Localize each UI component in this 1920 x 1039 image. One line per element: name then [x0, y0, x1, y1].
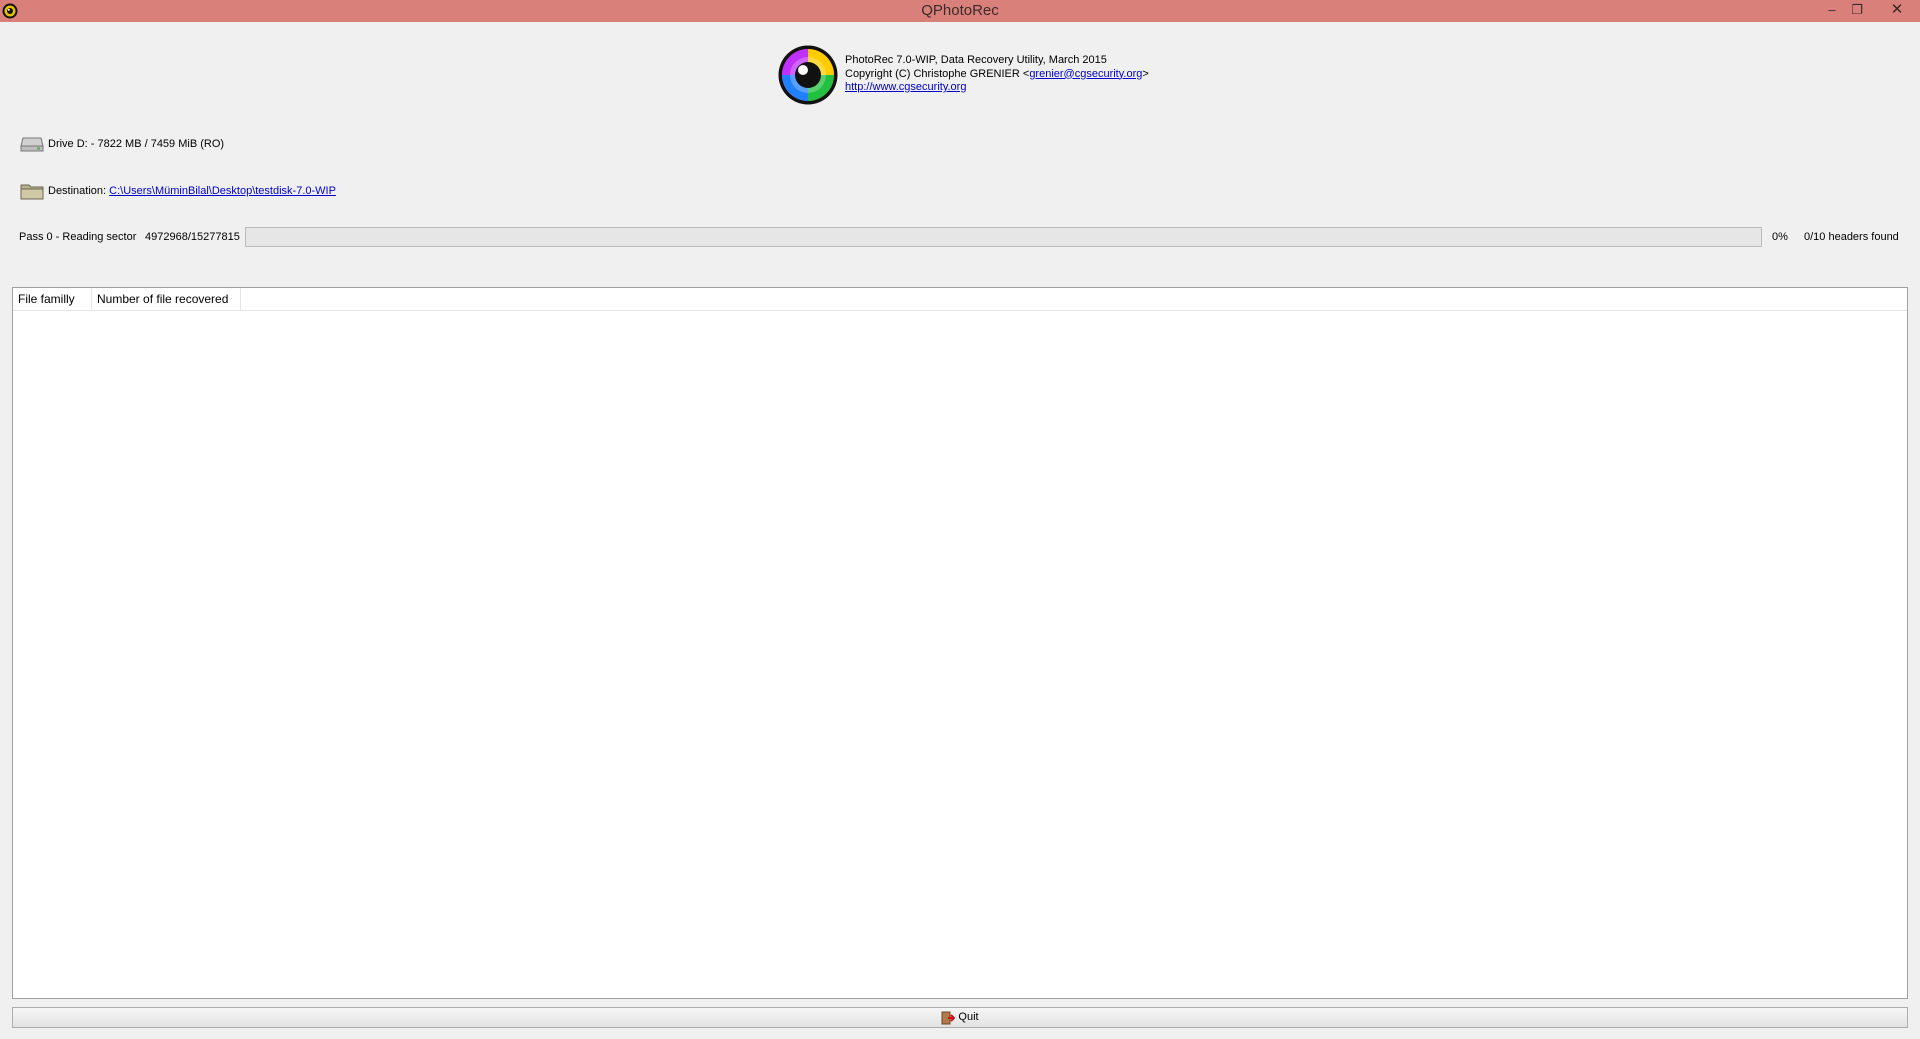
folder-icon — [20, 184, 44, 200]
destination-info: Destination: C:\Users\MüminBilal\Desktop… — [20, 182, 336, 200]
table-header: File familly Number of file recovered — [13, 288, 1907, 311]
recovered-files-table[interactable]: File familly Number of file recovered — [12, 287, 1908, 999]
column-header-file-count[interactable]: Number of file recovered — [92, 288, 241, 310]
minimize-button[interactable]: – — [1818, 0, 1846, 20]
window-title: QPhotoRec — [921, 2, 999, 19]
copyright-suffix: > — [1142, 67, 1149, 80]
drive-info: Drive D: - 7822 MB / 7459 MiB (RO) — [20, 135, 224, 153]
destination-label: Destination: — [48, 185, 107, 197]
column-header-file-family[interactable]: File familly — [13, 288, 92, 310]
copyright-text: Copyright (C) Christophe GRENIER < — [845, 67, 1030, 80]
hard-drive-icon — [20, 137, 44, 152]
maximize-button[interactable]: ❐ — [1843, 0, 1871, 20]
version-line: PhotoRec 7.0-WIP, Data Recovery Utility,… — [845, 54, 1107, 66]
quit-button[interactable]: Quit — [12, 1007, 1908, 1028]
quit-label: Quit — [958, 1011, 979, 1023]
website-link[interactable]: http://www.cgsecurity.org — [845, 81, 966, 93]
headers-found: 0/10 headers found — [1804, 231, 1899, 243]
close-button[interactable]: ✕ — [1881, 0, 1913, 20]
sector-counter: 4972968/15277815 — [145, 231, 240, 243]
title-bar: QPhotoRec – ❐ ✕ — [0, 0, 1920, 22]
photorec-logo-icon — [778, 45, 838, 105]
drive-label: Drive D: - 7822 MB / 7459 MiB (RO) — [48, 138, 225, 150]
email-link[interactable]: grenier@cgsecurity.org — [1029, 68, 1142, 80]
exit-door-icon — [941, 1011, 956, 1024]
progress-percent: 0% — [1772, 231, 1788, 243]
pass-status: Pass 0 - Reading sector — [19, 231, 137, 243]
progress-bar — [245, 227, 1762, 247]
app-info: PhotoRec 7.0-WIP, Data Recovery Utility,… — [845, 54, 1149, 95]
destination-path-link[interactable]: C:\Users\MüminBilal\Desktop\testdisk-7.0… — [109, 185, 336, 197]
copyright-line: Copyright (C) Christophe GRENIER <grenie… — [845, 68, 1149, 82]
